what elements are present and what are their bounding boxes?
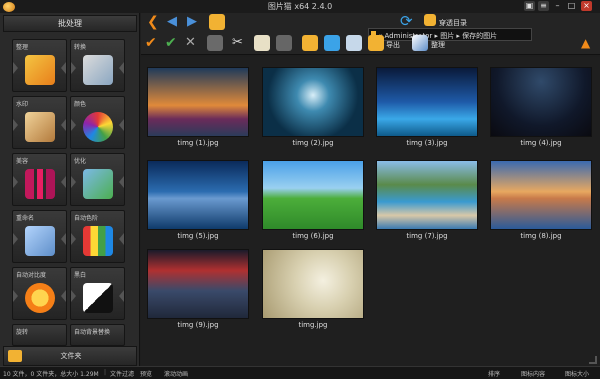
print-icon[interactable] — [324, 35, 340, 51]
menu-icon[interactable]: ≡ — [538, 1, 549, 11]
auto-levels-icon — [83, 226, 113, 256]
collapse-up-icon[interactable]: ▲ — [581, 35, 597, 51]
tile-auto-contrast[interactable]: 自动对比度 — [12, 267, 67, 320]
collapse-left-icon[interactable]: ❮ — [147, 15, 163, 31]
file-summary: 10 文件，0 文件夹，总大小 1.29M — [3, 371, 99, 378]
close-button[interactable]: × — [581, 1, 592, 11]
organize-icon[interactable] — [412, 35, 428, 51]
thumbnail-image[interactable] — [147, 160, 249, 230]
cosmetics-icon — [25, 169, 55, 199]
status-separator: | — [104, 369, 107, 376]
copy-icon[interactable] — [254, 35, 270, 51]
tile-label: 转换 — [74, 44, 87, 51]
optimize-icon — [83, 169, 113, 199]
export-label[interactable]: 导出 — [386, 40, 400, 50]
thumbnail-image[interactable] — [147, 67, 249, 137]
toolbar: ❮ ◀ ▶ « Administrator ▸ 图片 ▸ 保存的图片 ⟳ 穿透目… — [141, 13, 600, 55]
tile-label: 重命名 — [16, 215, 35, 222]
new-folder-icon[interactable] — [302, 35, 318, 51]
thumbnail-image[interactable] — [490, 67, 592, 137]
check-all-icon[interactable]: ✔ — [165, 35, 181, 51]
resize-grip-icon[interactable] — [589, 356, 597, 364]
tile-label: 旋转 — [16, 329, 29, 336]
check-icon[interactable]: ✔ — [145, 35, 161, 51]
folder-label: 文件夹 — [60, 352, 82, 360]
thumbnail-image[interactable] — [376, 160, 478, 230]
batch-process-header[interactable]: 批处理 — [3, 15, 137, 32]
tile-auto-levels[interactable]: 自动色阶 — [70, 210, 125, 263]
tile-label: 颜色 — [74, 101, 87, 108]
tile-rename[interactable]: 重命名 — [12, 210, 67, 263]
tile-label: 自动色阶 — [74, 215, 99, 222]
tile-watermark[interactable]: 水印 — [12, 96, 67, 149]
thumbnail-image[interactable] — [147, 249, 249, 319]
thumbnail-name[interactable]: timg (7).jpg — [376, 232, 478, 240]
thumbnail-name[interactable]: timg.jpg — [262, 321, 364, 329]
tile-optimize[interactable]: 优化 — [70, 153, 125, 206]
thumbnail-name[interactable]: timg (3).jpg — [376, 139, 478, 147]
thumbnail-gallery: timg (1).jpg timg (2).jpg timg (3).jpg t… — [141, 57, 600, 366]
filter-checkbox-label[interactable]: 文件过滤 — [110, 369, 134, 378]
sidebar: 批处理 整理 转换 水印 颜色 美容 优化 重命名 自动色阶 自动对比度 黑白 … — [0, 13, 140, 366]
black-white-icon — [83, 283, 113, 313]
view-content-button[interactable]: 图标内容 — [521, 369, 545, 378]
title-bar: 图片猫 x64 2.4.0 ▣ ≡ – □ × — [0, 0, 600, 13]
refresh-icon[interactable]: ⟳ — [400, 13, 416, 29]
thumbnail-image[interactable] — [262, 67, 364, 137]
printer-icon[interactable] — [346, 35, 362, 51]
open-folder-icon[interactable] — [209, 14, 225, 30]
thumbnail-image[interactable] — [262, 249, 364, 319]
delete-icon[interactable] — [207, 35, 223, 51]
thumbnail-name[interactable]: timg (9).jpg — [147, 321, 249, 329]
thumbnail-name[interactable]: timg (2).jpg — [262, 139, 364, 147]
tile-label: 优化 — [74, 158, 87, 165]
thumbnail-image[interactable] — [262, 160, 364, 230]
tile-label: 美容 — [16, 158, 29, 165]
tile-label: 整理 — [16, 44, 29, 51]
thumbnail-name[interactable]: timg (8).jpg — [490, 232, 592, 240]
tile-beauty[interactable]: 美容 — [12, 153, 67, 206]
skin-icon[interactable]: ▣ — [524, 1, 535, 11]
photo-stack-icon — [25, 55, 55, 85]
tile-color[interactable]: 颜色 — [70, 96, 125, 149]
thumbnail-name[interactable]: timg (6).jpg — [262, 232, 364, 240]
tile-convert[interactable]: 转换 — [70, 39, 125, 92]
thumbnail-name[interactable]: timg (4).jpg — [490, 139, 592, 147]
smooth-scroll-checkbox-label[interactable]: 滚动动画 — [164, 369, 188, 378]
forward-arrow-icon[interactable]: ▶ — [187, 15, 203, 31]
preview-checkbox-label[interactable]: 预览 — [140, 369, 152, 378]
tile-label: 水印 — [16, 101, 29, 108]
thumbnail-image[interactable] — [376, 67, 478, 137]
passthrough-folder-icon[interactable] — [424, 14, 436, 26]
cut-icon[interactable]: ✂ — [232, 35, 248, 51]
status-bar: 10 文件，0 文件夹，总大小 1.29M | 文件过滤 预览 滚动动画 排序 … — [0, 366, 600, 379]
tile-label: 自动对比度 — [16, 272, 47, 279]
back-arrow-icon[interactable]: ◀ — [167, 15, 183, 31]
tile-rotate[interactable]: 旋转 — [12, 324, 67, 346]
paste-icon[interactable] — [276, 35, 292, 51]
thumbnail-name[interactable]: timg (5).jpg — [147, 232, 249, 240]
folder-panel-toggle[interactable]: 文件夹 — [3, 346, 137, 366]
icon-size-button[interactable]: 图标大小 — [565, 369, 589, 378]
thumbnail-image[interactable] — [490, 160, 592, 230]
thumbnail-name[interactable]: timg (1).jpg — [147, 139, 249, 147]
tile-label: 自动背景替换 — [74, 329, 111, 336]
tools-icon[interactable]: ✕ — [185, 35, 201, 51]
organize-label[interactable]: 整理 — [431, 40, 445, 50]
tile-black-white[interactable]: 黑白 — [70, 267, 125, 320]
passthrough-label[interactable]: 穿透目录 — [439, 18, 467, 28]
auto-contrast-icon — [25, 283, 55, 313]
export-icon[interactable] — [368, 35, 384, 51]
sort-button[interactable]: 排序 — [488, 369, 500, 378]
tile-organize[interactable]: 整理 — [12, 39, 67, 92]
tile-label: 黑白 — [74, 272, 87, 279]
watermark-icon — [25, 112, 55, 142]
minimize-button[interactable]: – — [552, 1, 563, 11]
convert-icon — [83, 55, 113, 85]
maximize-button[interactable]: □ — [566, 1, 577, 11]
window-title: 图片猫 x64 2.4.0 — [267, 2, 333, 11]
color-palette-icon — [83, 112, 113, 142]
rename-icon — [25, 226, 55, 256]
tile-background-replace[interactable]: 自动背景替换 — [70, 324, 125, 346]
